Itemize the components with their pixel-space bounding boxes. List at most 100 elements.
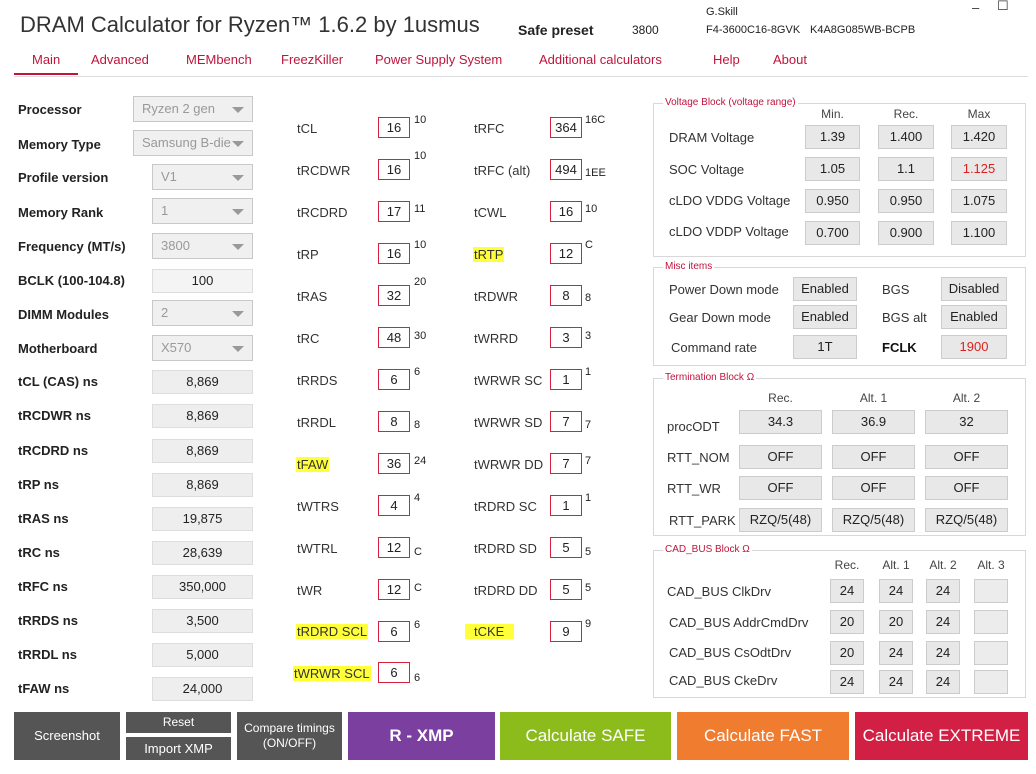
memory-type-select[interactable]: Samsung B-die [133, 130, 253, 156]
cadbus-value[interactable]: 20 [879, 610, 913, 634]
timing-input[interactable]: 494 [550, 159, 582, 180]
cadbus-value[interactable] [974, 579, 1008, 603]
tab-help[interactable]: Help [713, 52, 740, 67]
cadbus-value[interactable]: 24 [879, 579, 913, 603]
cadbus-value[interactable] [974, 610, 1008, 634]
voltage-max-value[interactable]: 1.100 [951, 221, 1007, 245]
tab-about[interactable]: About [773, 52, 807, 67]
timing-input[interactable]: 16 [378, 159, 410, 180]
bgs-alt-value[interactable]: Enabled [941, 305, 1007, 329]
cadbus-value[interactable]: 24 [879, 670, 913, 694]
voltage-max-value[interactable]: 1.420 [951, 125, 1007, 149]
timing-input[interactable]: 7 [550, 411, 582, 432]
timing-input[interactable]: 16 [550, 201, 582, 222]
termination-value[interactable]: OFF [832, 476, 915, 500]
cadbus-value[interactable]: 24 [879, 641, 913, 665]
timing-input[interactable]: 4 [378, 495, 410, 516]
bclk-input[interactable]: 100 [152, 269, 253, 293]
compare-timings-button[interactable]: Compare timings (ON/OFF) [237, 712, 342, 760]
timing-input[interactable]: 1 [550, 495, 582, 516]
motherboard-select[interactable]: X570 [152, 335, 253, 361]
termination-value[interactable]: RZQ/5(48) [832, 508, 915, 532]
tab-additional-calculators[interactable]: Additional calculators [539, 52, 662, 67]
voltage-max-value[interactable]: 1.125 [951, 157, 1007, 181]
bgs-value[interactable]: Disabled [941, 277, 1007, 301]
cadbus-value[interactable]: 24 [926, 670, 960, 694]
cadbus-value[interactable]: 20 [830, 641, 864, 665]
termination-value[interactable]: OFF [739, 476, 822, 500]
command-rate-value[interactable]: 1T [793, 335, 857, 359]
timing-input[interactable]: 8 [378, 411, 410, 432]
timing-input[interactable]: 16 [378, 117, 410, 138]
timing-input[interactable]: 12 [378, 579, 410, 600]
tab-freezkiller[interactable]: FreezKiller [281, 52, 343, 67]
timing-input[interactable]: 1 [550, 369, 582, 390]
memory-rank-select[interactable]: 1 [152, 198, 253, 224]
calculate-extreme-button[interactable]: Calculate EXTREME [855, 712, 1028, 760]
voltage-rec-value[interactable]: 0.900 [878, 221, 934, 245]
termination-value[interactable]: OFF [925, 476, 1008, 500]
maximize-button[interactable]: ☐ [997, 0, 1009, 14]
cadbus-value[interactable]: 20 [830, 610, 864, 634]
termination-value[interactable]: 36.9 [832, 410, 915, 434]
timing-input[interactable]: 48 [378, 327, 410, 348]
termination-value[interactable]: OFF [925, 445, 1008, 469]
voltage-min-value[interactable]: 1.39 [805, 125, 860, 149]
cadbus-value[interactable]: 24 [926, 641, 960, 665]
voltage-min-value[interactable]: 1.05 [805, 157, 860, 181]
voltage-rec-value[interactable]: 0.950 [878, 189, 934, 213]
timing-input[interactable]: 17 [378, 201, 410, 222]
voltage-rec-value[interactable]: 1.1 [878, 157, 934, 181]
reset-button[interactable]: Reset [126, 712, 231, 733]
timing-input[interactable]: 6 [378, 662, 410, 683]
termination-value[interactable]: RZQ/5(48) [739, 508, 822, 532]
frequency-select[interactable]: 3800 [152, 233, 253, 259]
cadbus-value[interactable]: 24 [830, 579, 864, 603]
timing-input[interactable]: 364 [550, 117, 582, 138]
dimm-modules-select[interactable]: 2 [152, 300, 253, 326]
timing-input[interactable]: 12 [550, 243, 582, 264]
cadbus-value[interactable] [974, 670, 1008, 694]
timing-input[interactable]: 7 [550, 453, 582, 474]
profile-version-select[interactable]: V1 [152, 164, 253, 190]
termination-value[interactable]: RZQ/5(48) [925, 508, 1008, 532]
tab-power-supply-system[interactable]: Power Supply System [375, 52, 502, 67]
timing-input[interactable]: 6 [378, 621, 410, 642]
termination-value[interactable]: OFF [832, 445, 915, 469]
minimize-button[interactable]: – [972, 0, 979, 15]
timing-input[interactable]: 32 [378, 285, 410, 306]
timing-input[interactable]: 9 [550, 621, 582, 642]
termination-value[interactable]: OFF [739, 445, 822, 469]
tab-membench[interactable]: MEMbench [186, 52, 252, 67]
gear-down-mode-value[interactable]: Enabled [793, 305, 857, 329]
timing-input[interactable]: 5 [550, 579, 582, 600]
timing-input[interactable]: 12 [378, 537, 410, 558]
cadbus-value[interactable]: 24 [830, 670, 864, 694]
fclk-value[interactable]: 1900 [941, 335, 1007, 359]
chevron-down-icon [232, 141, 244, 147]
power-down-mode-value[interactable]: Enabled [793, 277, 857, 301]
timing-input[interactable]: 3 [550, 327, 582, 348]
tab-advanced[interactable]: Advanced [91, 52, 149, 67]
calculate-safe-button[interactable]: Calculate SAFE [500, 712, 671, 760]
voltage-min-value[interactable]: 0.700 [805, 221, 860, 245]
calculate-fast-button[interactable]: Calculate FAST [677, 712, 849, 760]
termination-value[interactable]: 34.3 [739, 410, 822, 434]
cadbus-value[interactable]: 24 [926, 579, 960, 603]
cadbus-value[interactable]: 24 [926, 610, 960, 634]
voltage-rec-value[interactable]: 1.400 [878, 125, 934, 149]
timing-input[interactable]: 16 [378, 243, 410, 264]
termination-value[interactable]: 32 [925, 410, 1008, 434]
processor-select[interactable]: Ryzen 2 gen [133, 96, 253, 122]
screenshot-button[interactable]: Screenshot [14, 712, 120, 760]
timing-input[interactable]: 8 [550, 285, 582, 306]
timing-input[interactable]: 6 [378, 369, 410, 390]
voltage-max-value[interactable]: 1.075 [951, 189, 1007, 213]
r-xmp-button[interactable]: R - XMP [348, 712, 495, 760]
cadbus-value[interactable] [974, 641, 1008, 665]
timing-input[interactable]: 36 [378, 453, 410, 474]
tab-main[interactable]: Main [14, 52, 79, 75]
timing-input[interactable]: 5 [550, 537, 582, 558]
voltage-min-value[interactable]: 0.950 [805, 189, 860, 213]
import-xmp-button[interactable]: Import XMP [126, 737, 231, 760]
